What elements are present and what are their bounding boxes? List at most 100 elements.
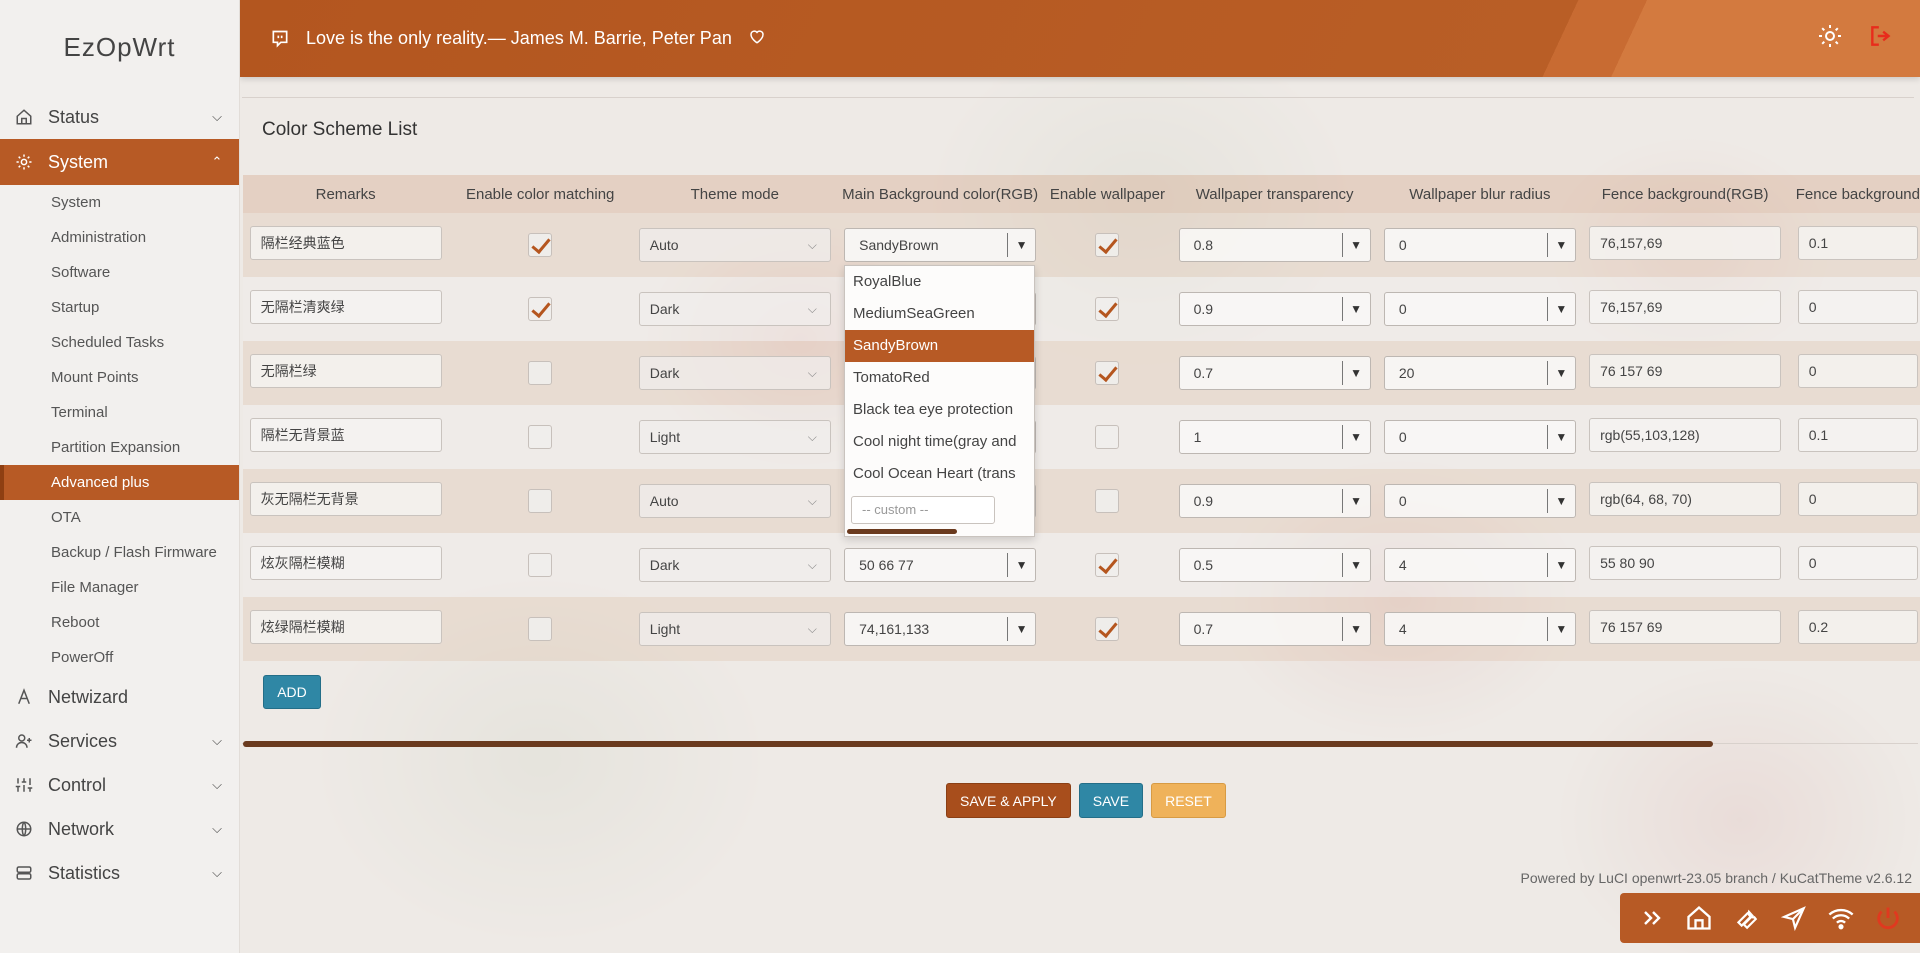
reset-button[interactable]: RESET <box>1151 783 1226 818</box>
blur-combo[interactable]: 20 ▼ <box>1383 356 1576 390</box>
wallpaper-checkbox[interactable] <box>1095 297 1120 321</box>
dropdown-arrow-icon[interactable]: ▼ <box>1007 553 1035 577</box>
theme-mode-select[interactable]: Auto ⌵ <box>638 228 831 262</box>
dropdown-option[interactable]: TomatoRed <box>845 362 1034 394</box>
custom-value-input[interactable]: -- custom -- <box>851 496 995 524</box>
logout-icon[interactable] <box>1868 23 1894 54</box>
wallpaper-checkbox[interactable] <box>1095 617 1120 641</box>
sidebar-item-backup-flash[interactable]: Backup / Flash Firmware <box>0 535 239 570</box>
dropdown-arrow-icon[interactable]: ▼ <box>1546 361 1575 385</box>
fence-trans-input[interactable]: 0 <box>1797 481 1918 516</box>
nav-system[interactable]: System ⌃ <box>0 139 239 185</box>
fence-bg-input[interactable]: 76 157 69 <box>1589 353 1782 388</box>
remark-input[interactable]: 隔栏经典蓝色 <box>249 225 442 260</box>
dropdown-option[interactable]: RoyalBlue <box>845 266 1034 298</box>
dropdown-scrollbar[interactable] <box>847 529 957 534</box>
dropdown-arrow-icon[interactable]: ▼ <box>1546 489 1575 513</box>
sidebar-item-advanced-plus[interactable]: Advanced plus <box>0 465 239 500</box>
remark-input[interactable]: 灰无隔栏无背景 <box>249 481 442 516</box>
sidebar-item-terminal[interactable]: Terminal <box>0 395 239 430</box>
blur-combo[interactable]: 0 ▼ <box>1383 292 1576 326</box>
remark-input[interactable]: 炫灰隔栏模糊 <box>249 545 442 580</box>
horizontal-scrollbar[interactable] <box>243 741 1713 747</box>
wallpaper-checkbox[interactable] <box>1095 361 1120 385</box>
dropdown-arrow-icon[interactable]: ▼ <box>1341 617 1370 641</box>
remark-input[interactable]: 无隔栏清爽绿 <box>249 289 442 324</box>
dropdown-arrow-icon[interactable]: ▼ <box>1341 553 1370 577</box>
add-button[interactable]: ADD <box>263 675 321 709</box>
nav-services[interactable]: Services ⌵ <box>0 719 239 763</box>
nav-statistics[interactable]: Statistics ⌵ <box>0 851 239 895</box>
blur-combo[interactable]: 4 ▼ <box>1383 612 1576 646</box>
theme-mode-select[interactable]: Auto ⌵ <box>638 484 831 518</box>
sidebar-item-partition-expansion[interactable]: Partition Expansion <box>0 430 239 465</box>
sidebar-item-startup[interactable]: Startup <box>0 290 239 325</box>
theme-mode-select[interactable]: Dark ⌵ <box>638 356 831 390</box>
main-bg-combo[interactable]: 50 66 77 ▼ <box>844 548 1037 582</box>
color-matching-checkbox[interactable] <box>528 425 553 449</box>
dropdown-option[interactable]: Cool Ocean Heart (trans <box>845 458 1034 490</box>
sun-icon[interactable] <box>1818 24 1842 53</box>
wifi-icon[interactable] <box>1824 901 1858 935</box>
main-bg-combo[interactable]: SandyBrown ▼ <box>844 228 1037 262</box>
save-button[interactable]: SAVE <box>1078 783 1144 818</box>
fence-trans-input[interactable]: 0 <box>1797 289 1918 324</box>
remark-input[interactable]: 炫绿隔栏模糊 <box>249 609 442 644</box>
remark-input[interactable]: 无隔栏绿 <box>249 353 442 388</box>
fence-trans-input[interactable]: 0.2 <box>1797 609 1918 644</box>
home-icon[interactable] <box>1682 901 1716 935</box>
blur-combo[interactable]: 0 ▼ <box>1383 228 1576 262</box>
fence-bg-input[interactable]: 76,157,69 <box>1589 289 1782 324</box>
transparency-combo[interactable]: 0.7 ▼ <box>1178 356 1371 390</box>
dropdown-arrow-icon[interactable]: ▼ <box>1341 297 1370 321</box>
transparency-combo[interactable]: 0.5 ▼ <box>1178 548 1371 582</box>
sidebar-item-ota[interactable]: OTA <box>0 500 239 535</box>
blur-combo[interactable]: 4 ▼ <box>1383 548 1576 582</box>
dropdown-arrow-icon[interactable]: ▼ <box>1546 297 1575 321</box>
nav-netwizard[interactable]: Netwizard <box>0 675 239 719</box>
dropdown-option[interactable]: Cool night time(gray and <box>845 426 1034 458</box>
color-matching-checkbox[interactable] <box>528 489 553 513</box>
sidebar-item-file-manager[interactable]: File Manager <box>0 570 239 605</box>
wallpaper-checkbox[interactable] <box>1095 425 1120 449</box>
sidebar-item-scheduled-tasks[interactable]: Scheduled Tasks <box>0 325 239 360</box>
sidebar-item-reboot[interactable]: Reboot <box>0 605 239 640</box>
wrench-icon[interactable] <box>1729 901 1763 935</box>
fence-bg-input[interactable]: rgb(55,103,128) <box>1589 417 1782 452</box>
nav-network[interactable]: Network ⌵ <box>0 807 239 851</box>
main-bg-combo[interactable]: 74,161,133 ▼ <box>844 612 1037 646</box>
sidebar-item-administration[interactable]: Administration <box>0 220 239 255</box>
theme-mode-select[interactable]: Light ⌵ <box>638 612 831 646</box>
fence-bg-input[interactable]: 76,157,69 <box>1589 225 1782 260</box>
dropdown-arrow-icon[interactable]: ▼ <box>1341 489 1370 513</box>
fence-trans-input[interactable]: 0.1 <box>1797 417 1918 452</box>
double-chevron-icon[interactable] <box>1635 901 1669 935</box>
transparency-combo[interactable]: 0.8 ▼ <box>1178 228 1371 262</box>
transparency-combo[interactable]: 0.9 ▼ <box>1178 292 1371 326</box>
blur-combo[interactable]: 0 ▼ <box>1383 420 1576 454</box>
remark-input[interactable]: 隔栏无背景蓝 <box>249 417 442 452</box>
dropdown-option-selected[interactable]: SandyBrown <box>845 330 1034 362</box>
transparency-combo[interactable]: 1 ▼ <box>1178 420 1371 454</box>
dropdown-arrow-icon[interactable]: ▼ <box>1546 425 1575 449</box>
sidebar-item-poweroff[interactable]: PowerOff <box>0 640 239 675</box>
color-matching-checkbox[interactable] <box>528 617 553 641</box>
dropdown-arrow-icon[interactable]: ▼ <box>1546 617 1575 641</box>
transparency-combo[interactable]: 0.7 ▼ <box>1178 612 1371 646</box>
color-matching-checkbox[interactable] <box>528 553 553 577</box>
dropdown-arrow-icon[interactable]: ▼ <box>1341 361 1370 385</box>
fence-trans-input[interactable]: 0 <box>1797 353 1918 388</box>
send-icon[interactable] <box>1777 901 1811 935</box>
fence-trans-input[interactable]: 0 <box>1797 545 1918 580</box>
save-apply-button[interactable]: SAVE & APPLY <box>946 783 1071 818</box>
dropdown-arrow-icon[interactable]: ▼ <box>1007 617 1035 641</box>
theme-mode-select[interactable]: Light ⌵ <box>638 420 831 454</box>
fence-bg-input[interactable]: 76 157 69 <box>1589 609 1782 644</box>
sidebar-item-software[interactable]: Software <box>0 255 239 290</box>
nav-control[interactable]: Control ⌵ <box>0 763 239 807</box>
fence-bg-input[interactable]: rgb(64, 68, 70) <box>1589 481 1782 516</box>
dropdown-option[interactable]: Black tea eye protection <box>845 394 1034 426</box>
dropdown-arrow-icon[interactable]: ▼ <box>1007 233 1035 257</box>
color-matching-checkbox[interactable] <box>528 297 553 321</box>
fence-bg-input[interactable]: 55 80 90 <box>1589 545 1782 580</box>
